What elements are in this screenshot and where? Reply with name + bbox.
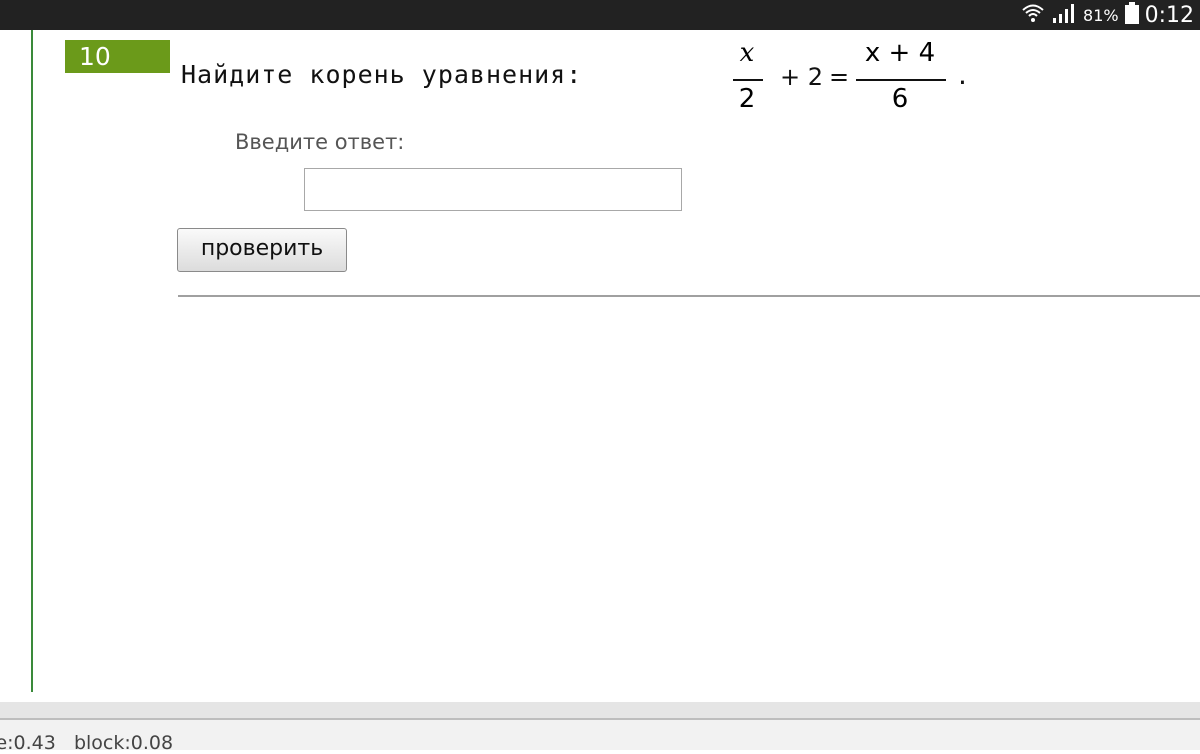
left-denominator: 2 bbox=[738, 84, 756, 114]
status-bar: 81% 0:12 bbox=[0, 0, 1200, 30]
right-numerator: x + 4 bbox=[864, 38, 936, 68]
wifi-icon bbox=[1021, 1, 1045, 29]
content-area bbox=[0, 30, 1200, 702]
right-fraction-bar bbox=[856, 79, 946, 81]
check-button[interactable]: проверить bbox=[177, 228, 347, 272]
answer-label: Введите ответ: bbox=[235, 130, 405, 154]
answer-input[interactable] bbox=[304, 168, 682, 211]
equals-sign: = bbox=[829, 63, 850, 91]
right-denominator: 6 bbox=[891, 84, 909, 114]
bottom-band bbox=[0, 702, 1200, 718]
clock: 0:12 bbox=[1144, 2, 1194, 28]
plus-two: + 2 bbox=[780, 63, 824, 91]
left-fraction-bar bbox=[733, 79, 763, 81]
signal-bars-icon bbox=[1051, 2, 1077, 28]
debug-bar bbox=[0, 720, 1200, 750]
divider-line bbox=[178, 295, 1200, 297]
status-icons: 81% 0:12 bbox=[1021, 0, 1194, 30]
left-border-line bbox=[31, 30, 33, 692]
equation-period: . bbox=[958, 58, 967, 91]
left-numerator: x bbox=[739, 38, 755, 68]
question-prompt: Найдите корень уравнения: bbox=[181, 60, 583, 89]
battery-percent: 81% bbox=[1083, 5, 1119, 25]
question-number-badge: 10 bbox=[65, 40, 170, 73]
debug-info: te:0.43 block:0.08 bbox=[0, 732, 174, 754]
battery-icon bbox=[1124, 2, 1139, 28]
